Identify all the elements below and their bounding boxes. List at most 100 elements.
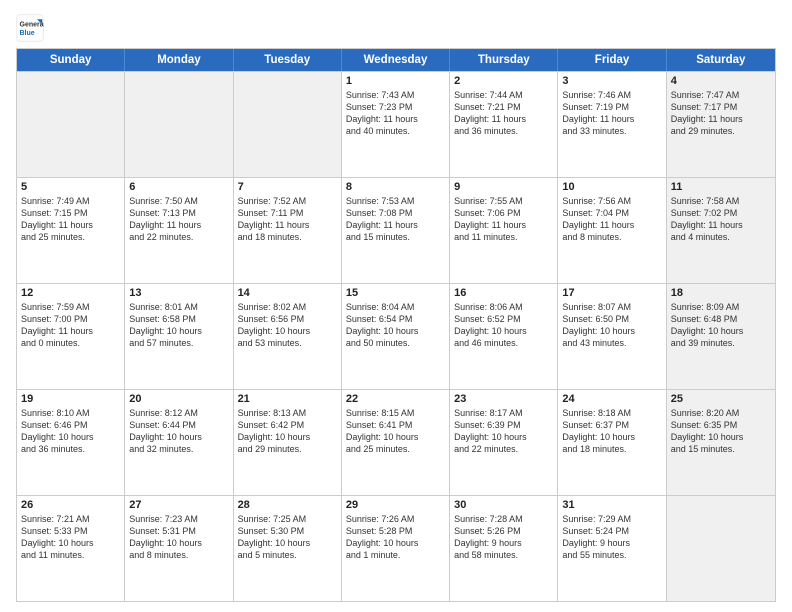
- calendar-cell: [17, 72, 125, 177]
- day-info: Sunrise: 7:25 AM Sunset: 5:30 PM Dayligh…: [238, 513, 337, 562]
- day-number: 5: [21, 181, 120, 193]
- day-info: Sunrise: 8:06 AM Sunset: 6:52 PM Dayligh…: [454, 301, 553, 350]
- day-number: 29: [346, 499, 445, 511]
- day-info: Sunrise: 8:15 AM Sunset: 6:41 PM Dayligh…: [346, 407, 445, 456]
- day-number: 8: [346, 181, 445, 193]
- header-day-monday: Monday: [125, 49, 233, 71]
- day-number: 17: [562, 287, 661, 299]
- day-info: Sunrise: 8:10 AM Sunset: 6:46 PM Dayligh…: [21, 407, 120, 456]
- calendar-cell: 30Sunrise: 7:28 AM Sunset: 5:26 PM Dayli…: [450, 496, 558, 601]
- header-day-sunday: Sunday: [17, 49, 125, 71]
- calendar-body: 1 Sunrise: 7:43 AM Sunset: 7:23 PM Daylig…: [17, 71, 775, 601]
- day-number: 19: [21, 393, 120, 405]
- header-day-tuesday: Tuesday: [234, 49, 342, 71]
- calendar-row: 26Sunrise: 7:21 AM Sunset: 5:33 PM Dayli…: [17, 495, 775, 601]
- day-info: Sunrise: 8:02 AM Sunset: 6:56 PM Dayligh…: [238, 301, 337, 350]
- day-info: Sunrise: 7:55 AM Sunset: 7:06 PM Dayligh…: [454, 195, 553, 244]
- day-number: 7: [238, 181, 337, 193]
- day-number: 20: [129, 393, 228, 405]
- calendar-cell: 1 Sunrise: 7:43 AM Sunset: 7:23 PM Daylig…: [342, 72, 450, 177]
- svg-text:Blue: Blue: [20, 30, 35, 37]
- calendar-cell: 5 Sunrise: 7:49 AM Sunset: 7:15 PM Daylig…: [17, 178, 125, 283]
- day-number: 30: [454, 499, 553, 511]
- day-info: Sunrise: 7:29 AM Sunset: 5:24 PM Dayligh…: [562, 513, 661, 562]
- calendar-cell: 28 Sunrise: 7:25 AM Sunset: 5:30 PM Dayli…: [234, 496, 342, 601]
- day-info: Sunrise: 8:09 AM Sunset: 6:48 PM Dayligh…: [671, 301, 771, 350]
- day-info: Sunrise: 7:50 AM Sunset: 7:13 PM Dayligh…: [129, 195, 228, 244]
- calendar-cell: [667, 496, 775, 601]
- calendar-cell: 4 Sunrise: 7:47 AM Sunset: 7:17 PM Daylig…: [667, 72, 775, 177]
- day-info: Sunrise: 7:59 AM Sunset: 7:00 PM Dayligh…: [21, 301, 120, 350]
- calendar-cell: 23 Sunrise: 8:17 AM Sunset: 6:39 PM Dayli…: [450, 390, 558, 495]
- calendar-cell: 15Sunrise: 8:04 AM Sunset: 6:54 PM Dayli…: [342, 284, 450, 389]
- day-number: 24: [562, 393, 661, 405]
- day-info: Sunrise: 7:53 AM Sunset: 7:08 PM Dayligh…: [346, 195, 445, 244]
- calendar-cell: 18 Sunrise: 8:09 AM Sunset: 6:48 PM Dayli…: [667, 284, 775, 389]
- day-number: 13: [129, 287, 228, 299]
- calendar-cell: 24 Sunrise: 8:18 AM Sunset: 6:37 PM Dayli…: [558, 390, 666, 495]
- calendar-cell: 6 Sunrise: 7:50 AM Sunset: 7:13 PM Daylig…: [125, 178, 233, 283]
- day-info: Sunrise: 8:04 AM Sunset: 6:54 PM Dayligh…: [346, 301, 445, 350]
- day-info: Sunrise: 7:56 AM Sunset: 7:04 PM Dayligh…: [562, 195, 661, 244]
- day-number: 4: [671, 75, 771, 87]
- day-number: 31: [562, 499, 661, 511]
- calendar-cell: 11 Sunrise: 7:58 AM Sunset: 7:02 PM Dayli…: [667, 178, 775, 283]
- day-info: Sunrise: 7:23 AM Sunset: 5:31 PM Dayligh…: [129, 513, 228, 562]
- header-day-thursday: Thursday: [450, 49, 558, 71]
- day-number: 27: [129, 499, 228, 511]
- day-info: Sunrise: 7:49 AM Sunset: 7:15 PM Dayligh…: [21, 195, 120, 244]
- calendar-header: SundayMondayTuesdayWednesdayThursdayFrid…: [17, 49, 775, 71]
- day-info: Sunrise: 8:18 AM Sunset: 6:37 PM Dayligh…: [562, 407, 661, 456]
- calendar-cell: 22 Sunrise: 8:15 AM Sunset: 6:41 PM Dayli…: [342, 390, 450, 495]
- page-header: General Blue: [16, 10, 776, 42]
- day-info: Sunrise: 7:43 AM Sunset: 7:23 PM Dayligh…: [346, 89, 445, 138]
- calendar-cell: 3Sunrise: 7:46 AM Sunset: 7:19 PM Daylig…: [558, 72, 666, 177]
- calendar-cell: 17Sunrise: 8:07 AM Sunset: 6:50 PM Dayli…: [558, 284, 666, 389]
- calendar-cell: 14 Sunrise: 8:02 AM Sunset: 6:56 PM Dayli…: [234, 284, 342, 389]
- day-number: 1: [346, 75, 445, 87]
- calendar-cell: 31 Sunrise: 7:29 AM Sunset: 5:24 PM Dayli…: [558, 496, 666, 601]
- day-info: Sunrise: 7:26 AM Sunset: 5:28 PM Dayligh…: [346, 513, 445, 562]
- day-info: Sunrise: 8:17 AM Sunset: 6:39 PM Dayligh…: [454, 407, 553, 456]
- calendar-cell: 2 Sunrise: 7:44 AM Sunset: 7:21 PM Daylig…: [450, 72, 558, 177]
- day-info: Sunrise: 8:01 AM Sunset: 6:58 PM Dayligh…: [129, 301, 228, 350]
- calendar-row: 5 Sunrise: 7:49 AM Sunset: 7:15 PM Daylig…: [17, 177, 775, 283]
- day-number: 28: [238, 499, 337, 511]
- day-number: 22: [346, 393, 445, 405]
- day-info: Sunrise: 7:58 AM Sunset: 7:02 PM Dayligh…: [671, 195, 771, 244]
- day-number: 11: [671, 181, 771, 193]
- calendar-row: 12 Sunrise: 7:59 AM Sunset: 7:00 PM Dayli…: [17, 283, 775, 389]
- logo: General Blue: [16, 14, 48, 42]
- day-info: Sunrise: 8:20 AM Sunset: 6:35 PM Dayligh…: [671, 407, 771, 456]
- calendar-cell: 9Sunrise: 7:55 AM Sunset: 7:06 PM Daylig…: [450, 178, 558, 283]
- day-number: 25: [671, 393, 771, 405]
- day-number: 18: [671, 287, 771, 299]
- day-number: 16: [454, 287, 553, 299]
- day-info: Sunrise: 7:46 AM Sunset: 7:19 PM Dayligh…: [562, 89, 661, 138]
- day-number: 12: [21, 287, 120, 299]
- calendar-cell: 10Sunrise: 7:56 AM Sunset: 7:04 PM Dayli…: [558, 178, 666, 283]
- day-number: 6: [129, 181, 228, 193]
- calendar-cell: 19 Sunrise: 8:10 AM Sunset: 6:46 PM Dayli…: [17, 390, 125, 495]
- calendar: SundayMondayTuesdayWednesdayThursdayFrid…: [16, 48, 776, 602]
- logo-icon: General Blue: [16, 14, 44, 42]
- day-info: Sunrise: 8:12 AM Sunset: 6:44 PM Dayligh…: [129, 407, 228, 456]
- header-day-friday: Friday: [558, 49, 666, 71]
- day-info: Sunrise: 7:44 AM Sunset: 7:21 PM Dayligh…: [454, 89, 553, 138]
- calendar-row: 1 Sunrise: 7:43 AM Sunset: 7:23 PM Daylig…: [17, 71, 775, 177]
- calendar-cell: 25 Sunrise: 8:20 AM Sunset: 6:35 PM Dayli…: [667, 390, 775, 495]
- calendar-cell: 8 Sunrise: 7:53 AM Sunset: 7:08 PM Daylig…: [342, 178, 450, 283]
- day-info: Sunrise: 7:21 AM Sunset: 5:33 PM Dayligh…: [21, 513, 120, 562]
- calendar-cell: 27 Sunrise: 7:23 AM Sunset: 5:31 PM Dayli…: [125, 496, 233, 601]
- day-number: 14: [238, 287, 337, 299]
- day-number: 23: [454, 393, 553, 405]
- calendar-cell: 12 Sunrise: 7:59 AM Sunset: 7:00 PM Dayli…: [17, 284, 125, 389]
- day-info: Sunrise: 7:47 AM Sunset: 7:17 PM Dayligh…: [671, 89, 771, 138]
- day-number: 21: [238, 393, 337, 405]
- calendar-cell: 26Sunrise: 7:21 AM Sunset: 5:33 PM Dayli…: [17, 496, 125, 601]
- day-info: Sunrise: 7:52 AM Sunset: 7:11 PM Dayligh…: [238, 195, 337, 244]
- calendar-cell: 7 Sunrise: 7:52 AM Sunset: 7:11 PM Daylig…: [234, 178, 342, 283]
- day-number: 2: [454, 75, 553, 87]
- header-day-saturday: Saturday: [667, 49, 775, 71]
- calendar-cell: 16 Sunrise: 8:06 AM Sunset: 6:52 PM Dayli…: [450, 284, 558, 389]
